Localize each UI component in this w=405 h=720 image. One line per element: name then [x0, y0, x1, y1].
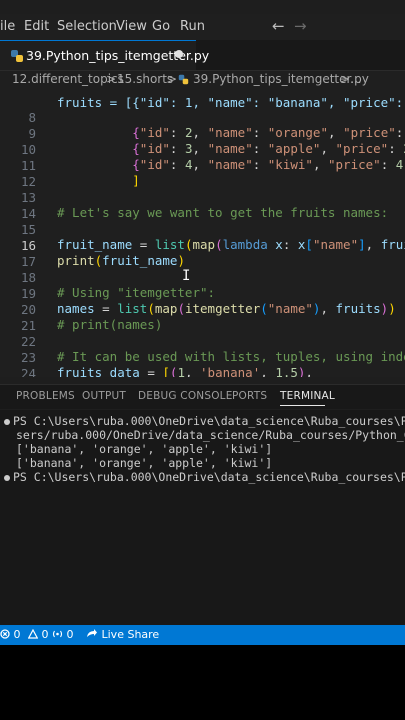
terminal-text: sers/ruba.000/OneDrive/data_science/Ruba… — [16, 428, 405, 442]
menu-file[interactable]: ile — [0, 19, 15, 34]
code-line-12: 12 — [0, 159, 405, 189]
warning-count: 0 — [41, 628, 49, 641]
error-icon — [0, 629, 10, 639]
terminal-line: ['banana', 'orange', 'apple', 'kiwi'] — [16, 442, 272, 456]
unsaved-dot-icon[interactable] — [175, 50, 183, 58]
terminal-line: PS C:\Users\ruba.000\OneDrive\data_scien… — [4, 470, 405, 484]
breadcrumb-folder-shorts[interactable]: 15.shorts — [117, 72, 173, 86]
problems-status[interactable]: 0 0 — [0, 628, 49, 641]
code-line-14: 14 — [0, 191, 405, 221]
terminal-line: PS C:\Users\ruba.000\OneDrive\data_scien… — [4, 414, 405, 428]
terminal-line: sers/ruba.000/OneDrive/data_science/Ruba… — [16, 428, 405, 442]
ports-status[interactable]: 0 — [52, 628, 74, 641]
tab-debug-console[interactable]: DEBUG CONSOLE — [138, 390, 233, 402]
code-line-10: 10 {"id": 4, "name": "kiwi", "price": 4.… — [0, 127, 405, 172]
tab-problems[interactable]: PROBLEMS — [16, 390, 75, 402]
forward-arrow-icon[interactable]: → — [294, 17, 307, 35]
terminal-text: ['banana', 'orange', 'apple', 'kiwi'] — [16, 442, 273, 456]
code-line-24: 24 (2, 'orange', 3.6), — [0, 351, 405, 377]
vscode-window: ile Edit Selection View Go Run ← → 39.Py… — [0, 0, 405, 645]
command-decoration-icon[interactable] — [4, 474, 10, 481]
code-line-16: 16 print(fruit_name) I — [0, 223, 405, 284]
back-arrow-icon[interactable]: ← — [272, 17, 285, 35]
tab-itemgetter-file[interactable]: 39.Python_tips_itemgetter.py — [0, 40, 209, 70]
warning-icon — [27, 628, 39, 639]
editor-tab-bar: 39.Python_tips_itemgetter.py — [0, 40, 405, 71]
active-tab-underline — [280, 405, 325, 406]
breadcrumb-more[interactable]: ... — [350, 72, 361, 86]
command-decoration-icon[interactable] — [4, 418, 10, 425]
error-count: 0 — [13, 628, 21, 641]
live-share-icon — [87, 629, 97, 637]
breadcrumb-separator: > — [106, 72, 117, 86]
terminal-text: PS C:\Users\ruba.000\OneDrive\data_scien… — [13, 414, 405, 428]
status-bar: 0 0 0 Live Share — [0, 625, 405, 645]
code-line-18: 18 # Using "itemgetter": — [0, 255, 405, 300]
terminal-text: ['banana', 'orange', 'apple', 'kiwi'] — [16, 456, 273, 470]
code-line-11: 11 ] — [0, 143, 405, 188]
menu-selection[interactable]: Selection — [57, 19, 117, 34]
code-line-21: 21 — [0, 303, 405, 333]
breadcrumb: 12.different_topics > 15.shorts > 39.Pyt… — [0, 71, 405, 88]
tab-terminal[interactable]: TERMINAL — [280, 390, 335, 402]
code-line-9: 9 {"id": 3, "name": "apple", "price": 2.… — [0, 111, 405, 156]
breadcrumb-separator: > — [340, 72, 351, 86]
ports-count: 0 — [66, 628, 74, 641]
code-line-22: 22 # It can be used with lists, tuples, … — [0, 319, 405, 364]
code-line-15: 15 fruit_name = list(map(lambda x: x["na… — [0, 207, 405, 252]
terminal-line: ['banana', 'orange', 'apple', 'kiwi'] — [16, 456, 272, 470]
live-share-button[interactable]: Live Share — [86, 628, 159, 641]
code-line-20: 20 # print(names) — [0, 287, 405, 332]
antenna-icon — [52, 630, 63, 638]
terminal-text: PS C:\Users\ruba.000\OneDrive\data_scien… — [13, 470, 405, 484]
python-file-icon — [178, 74, 189, 85]
code-line-25: 25 (3, 'apple', 2.3), — [0, 367, 405, 377]
code-editor[interactable]: fruits = [{"id": 1, "name": "banana", "p… — [0, 88, 405, 377]
tab-ports[interactable]: PORTS — [232, 390, 267, 402]
code-line-19: 19 names = list(map(itemgetter("name"), … — [0, 271, 405, 316]
code-line-17: 17 — [0, 239, 405, 269]
menu-bar: ile Edit Selection View Go Run ← → — [0, 14, 405, 40]
tab-output[interactable]: OUTPUT — [82, 390, 126, 402]
terminal-panel[interactable]: PS C:\Users\ruba.000\OneDrive\data_scien… — [0, 410, 405, 625]
menu-go[interactable]: Go — [152, 19, 170, 34]
breadcrumb-separator: > — [167, 72, 178, 86]
live-share-label: Live Share — [101, 628, 160, 641]
code-line-8: 8 {"id": 2, "name": "orange", "price": 3… — [0, 95, 405, 140]
menu-view[interactable]: View — [116, 19, 147, 34]
menu-edit[interactable]: Edit — [24, 19, 49, 34]
code-line-23: 23 fruits_data = [(1, 'banana', 1.5), — [0, 335, 405, 377]
code-line-13: 13 # Let's say we want to get the fruits… — [0, 175, 405, 220]
menu-run[interactable]: Run — [180, 19, 205, 34]
panel-tab-bar: PROBLEMS OUTPUT DEBUG CONSOLE PORTS TERM… — [0, 384, 405, 409]
python-file-icon — [11, 50, 23, 62]
